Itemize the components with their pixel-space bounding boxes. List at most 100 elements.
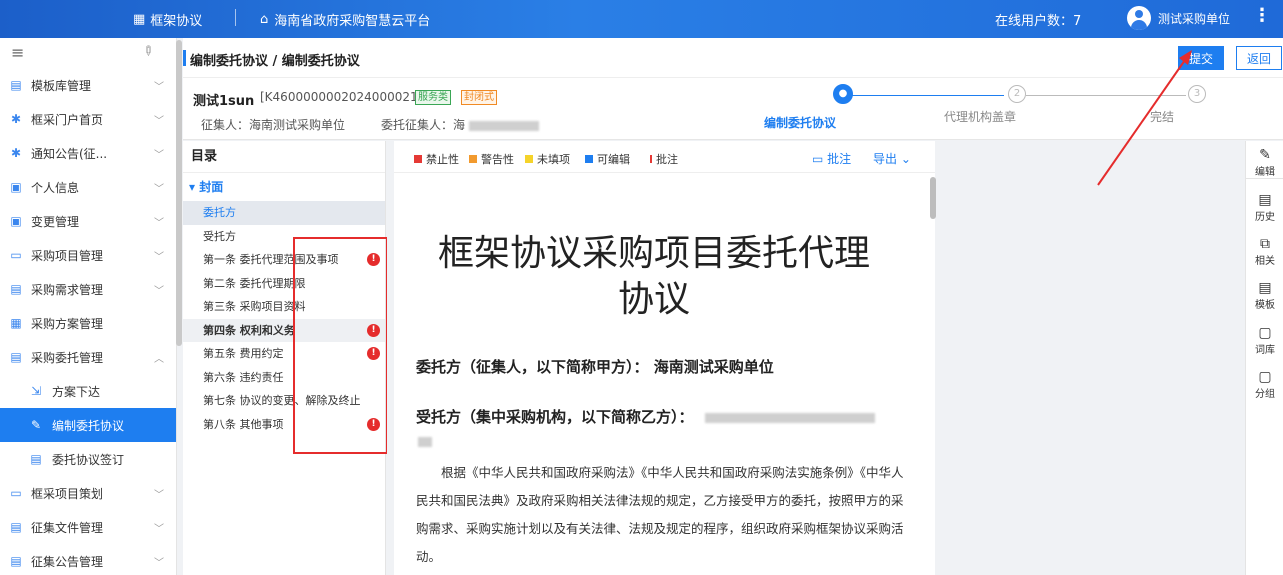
legend-swatch (414, 155, 422, 163)
legend-label: 禁止性 (426, 153, 459, 166)
document-paragraph: 根据《中华人民共和国政府采购法》《中华人民共和国政府采购法实施条例》《中华人民共… (416, 465, 904, 564)
toc-section[interactable]: ▾ 封面 (183, 173, 385, 201)
document-title-line2: 协议 (617, 279, 690, 320)
avatar (1127, 6, 1151, 30)
sidebar-item[interactable]: ▤ 委托协议签订 (0, 442, 176, 476)
change-icon: ▣ (10, 214, 22, 228)
chevron-up-icon: ︿ (154, 354, 164, 365)
tool-group[interactable]: ▢ 分组 (1246, 369, 1283, 400)
related-icon: ⧉ (1260, 236, 1270, 252)
sidebar-item-label: 模板库管理 (31, 78, 92, 93)
platform-link[interactable]: ⌂ 海南省政府采购智慧云平台 (260, 10, 430, 29)
sidebar-item-label: 征集公告管理 (31, 554, 104, 569)
chevron-down-icon: ﹀ (154, 252, 164, 263)
sidebar-item-label: 方案下达 (52, 384, 101, 399)
sidebar-item[interactable]: ✱ 通知公告(征... ﹀ (0, 136, 176, 170)
template-icon: ▤ (1258, 280, 1272, 296)
toc-heading: 目录 (183, 141, 385, 173)
sidebar-item-label: 委托协议签订 (52, 452, 125, 467)
chevron-down-icon: ﹀ (154, 524, 164, 535)
step-3-circle: 3 (1188, 85, 1206, 103)
sidebar-item[interactable]: ✱ 框采门户首页 ﹀ (0, 102, 176, 136)
menu-toggle-icon[interactable]: ≡ (11, 43, 24, 62)
sidebar: ≡ ✎ ▤ 模板库管理 ﹀ ✱ 框采门户首页 ﹀ ✱ 通知公告(征... ﹀ ▣ 个人信息 ﹀ ▣ 变更管… (0, 38, 177, 575)
sidebar-item-label: 采购委托管理 (31, 350, 104, 365)
top-bar: ▦ 框架协议 ⌂ 海南省政府采购智慧云平台 在线用户数：7 测试采购单位 ⋮ (0, 0, 1283, 38)
export-dropdown[interactable]: 导出 ⌄ (873, 150, 911, 167)
type-badge: 服务类 (415, 90, 451, 105)
chevron-down-icon: ﹀ (154, 150, 164, 161)
sidebar-item[interactable]: ▭ 框采项目策划 ﹀ (0, 476, 176, 510)
comment-action[interactable]: ▭ 批注 (812, 150, 851, 167)
tool-related[interactable]: ⧉ 相关 (1246, 236, 1283, 267)
brand[interactable]: ▦ 框架协议 (133, 10, 202, 29)
document-scrollbar[interactable] (930, 177, 936, 219)
document-icon: ▤ (10, 520, 22, 534)
sidebar-item[interactable]: ▤ 征集文件管理 ﹀ (0, 510, 176, 544)
person-card-icon: ▣ (10, 180, 22, 194)
tool-label: 词库 (1255, 345, 1275, 356)
toc-section-label: 封面 (199, 180, 224, 194)
breadcrumb: 编制委托协议 / 编制委托协议 (190, 54, 360, 69)
sidebar-item[interactable]: ⇲ 方案下达 (0, 374, 176, 408)
sidebar-item[interactable]: ▤ 征集公告管理 ﹀ (0, 544, 176, 575)
chevron-down-icon: ﹀ (154, 490, 164, 501)
folder-icon: ▭ (10, 248, 22, 262)
document-icon: ▤ (10, 350, 22, 364)
folder-icon: ▭ (10, 486, 22, 500)
legend-bar: 禁止性 警告性 未填项 可编辑 批注 ▭ 批注 导出 ⌄ (394, 141, 935, 173)
sidebar-item[interactable]: ▦ 采购方案管理 (0, 306, 176, 340)
sidebar-item-label: 通知公告(征... (31, 146, 108, 161)
agent-label: 受托方（集中采购机构，以下简称乙方）： (416, 408, 694, 426)
sidebar-item-label: 变更管理 (31, 214, 80, 229)
tool-pen[interactable]: ✎ 编辑 (1246, 147, 1283, 179)
toc-item-label: 第八条 其他事项 (203, 417, 284, 431)
sidebar-item[interactable]: ▤ 采购委托管理 ︿ (0, 340, 176, 374)
document-title-line1: 框架协议采购项目委托代理 (437, 233, 870, 274)
toc-item[interactable]: 委托方 (183, 201, 385, 225)
sidebar-item[interactable]: ▣ 变更管理 ﹀ (0, 204, 176, 238)
step-line-1 (851, 95, 1004, 96)
legend-item: 禁止性 (414, 151, 459, 167)
step-1-label: 编制委托协议 (764, 116, 837, 130)
sidebar-scrollbar[interactable] (176, 40, 182, 346)
toc-item-label: 第二条 委托代理期限 (203, 276, 306, 290)
user-name: 测试采购单位 (1158, 11, 1231, 26)
sidebar-item[interactable]: ▤ 采购需求管理 ﹀ (0, 272, 176, 306)
document-paper[interactable]: 框架协议采购项目委托代理 协议 委托方（征集人，以下简称甲方）： 海南测试采购单… (394, 173, 935, 575)
delegate-label: 委托征集人：海 (381, 118, 466, 132)
tool-template[interactable]: ▤ 模板 (1246, 280, 1283, 311)
legend-label: 警告性 (481, 153, 514, 166)
sidebar-item[interactable]: ▣ 个人信息 ﹀ (0, 170, 176, 204)
tool-label: 分组 (1255, 389, 1275, 400)
sidebar-item[interactable]: ✎ 编制委托协议 (0, 408, 176, 442)
tool-label: 历史 (1255, 212, 1275, 223)
legend-item: 未填项 (525, 151, 570, 167)
sidebar-item-label: 采购需求管理 (31, 282, 104, 297)
legend-item: 可编辑 (585, 151, 630, 167)
sidebar-item-label: 采购项目管理 (31, 248, 104, 263)
user-menu[interactable]: 测试采购单位 (1127, 6, 1230, 30)
back-button[interactable]: 返回 (1236, 46, 1282, 70)
tool-panel: ✎ 编辑 ▤ 历史 ⧉ 相关 ▤ 模板 ▢ 词库 ▢ 分组 (1245, 141, 1283, 575)
lexicon-icon: ▢ (1258, 325, 1272, 341)
redacted-text (704, 413, 875, 423)
redacted-text (468, 120, 539, 131)
pin-icon[interactable]: ✎ (138, 42, 156, 60)
sidebar-item[interactable]: ▤ 模板库管理 ﹀ (0, 68, 176, 102)
submit-button[interactable]: 提交 (1178, 46, 1224, 70)
platform-label: 海南省政府采购智慧云平台 (274, 14, 431, 29)
divider (235, 9, 236, 26)
toc-item-label: 第四条 权利和义务 (203, 323, 295, 337)
sidebar-item[interactable]: ▭ 采购项目管理 ﹀ (0, 238, 176, 272)
breadcrumb-bar: 编制委托协议 / 编制委托协议 提交 返回 (183, 38, 1283, 78)
group-icon: ▢ (1258, 369, 1272, 385)
legend-label: 批注 (656, 153, 678, 166)
more-vertical-icon[interactable]: ⋮ (1253, 5, 1271, 26)
tool-lexicon[interactable]: ▢ 词库 (1246, 325, 1283, 356)
delegate-field: 委托征集人：海 (381, 116, 539, 133)
chevron-down-icon: ﹀ (154, 558, 164, 569)
tool-history[interactable]: ▤ 历史 (1246, 192, 1283, 223)
step-line-2 (1026, 95, 1186, 96)
tool-label: 编辑 (1255, 167, 1275, 178)
